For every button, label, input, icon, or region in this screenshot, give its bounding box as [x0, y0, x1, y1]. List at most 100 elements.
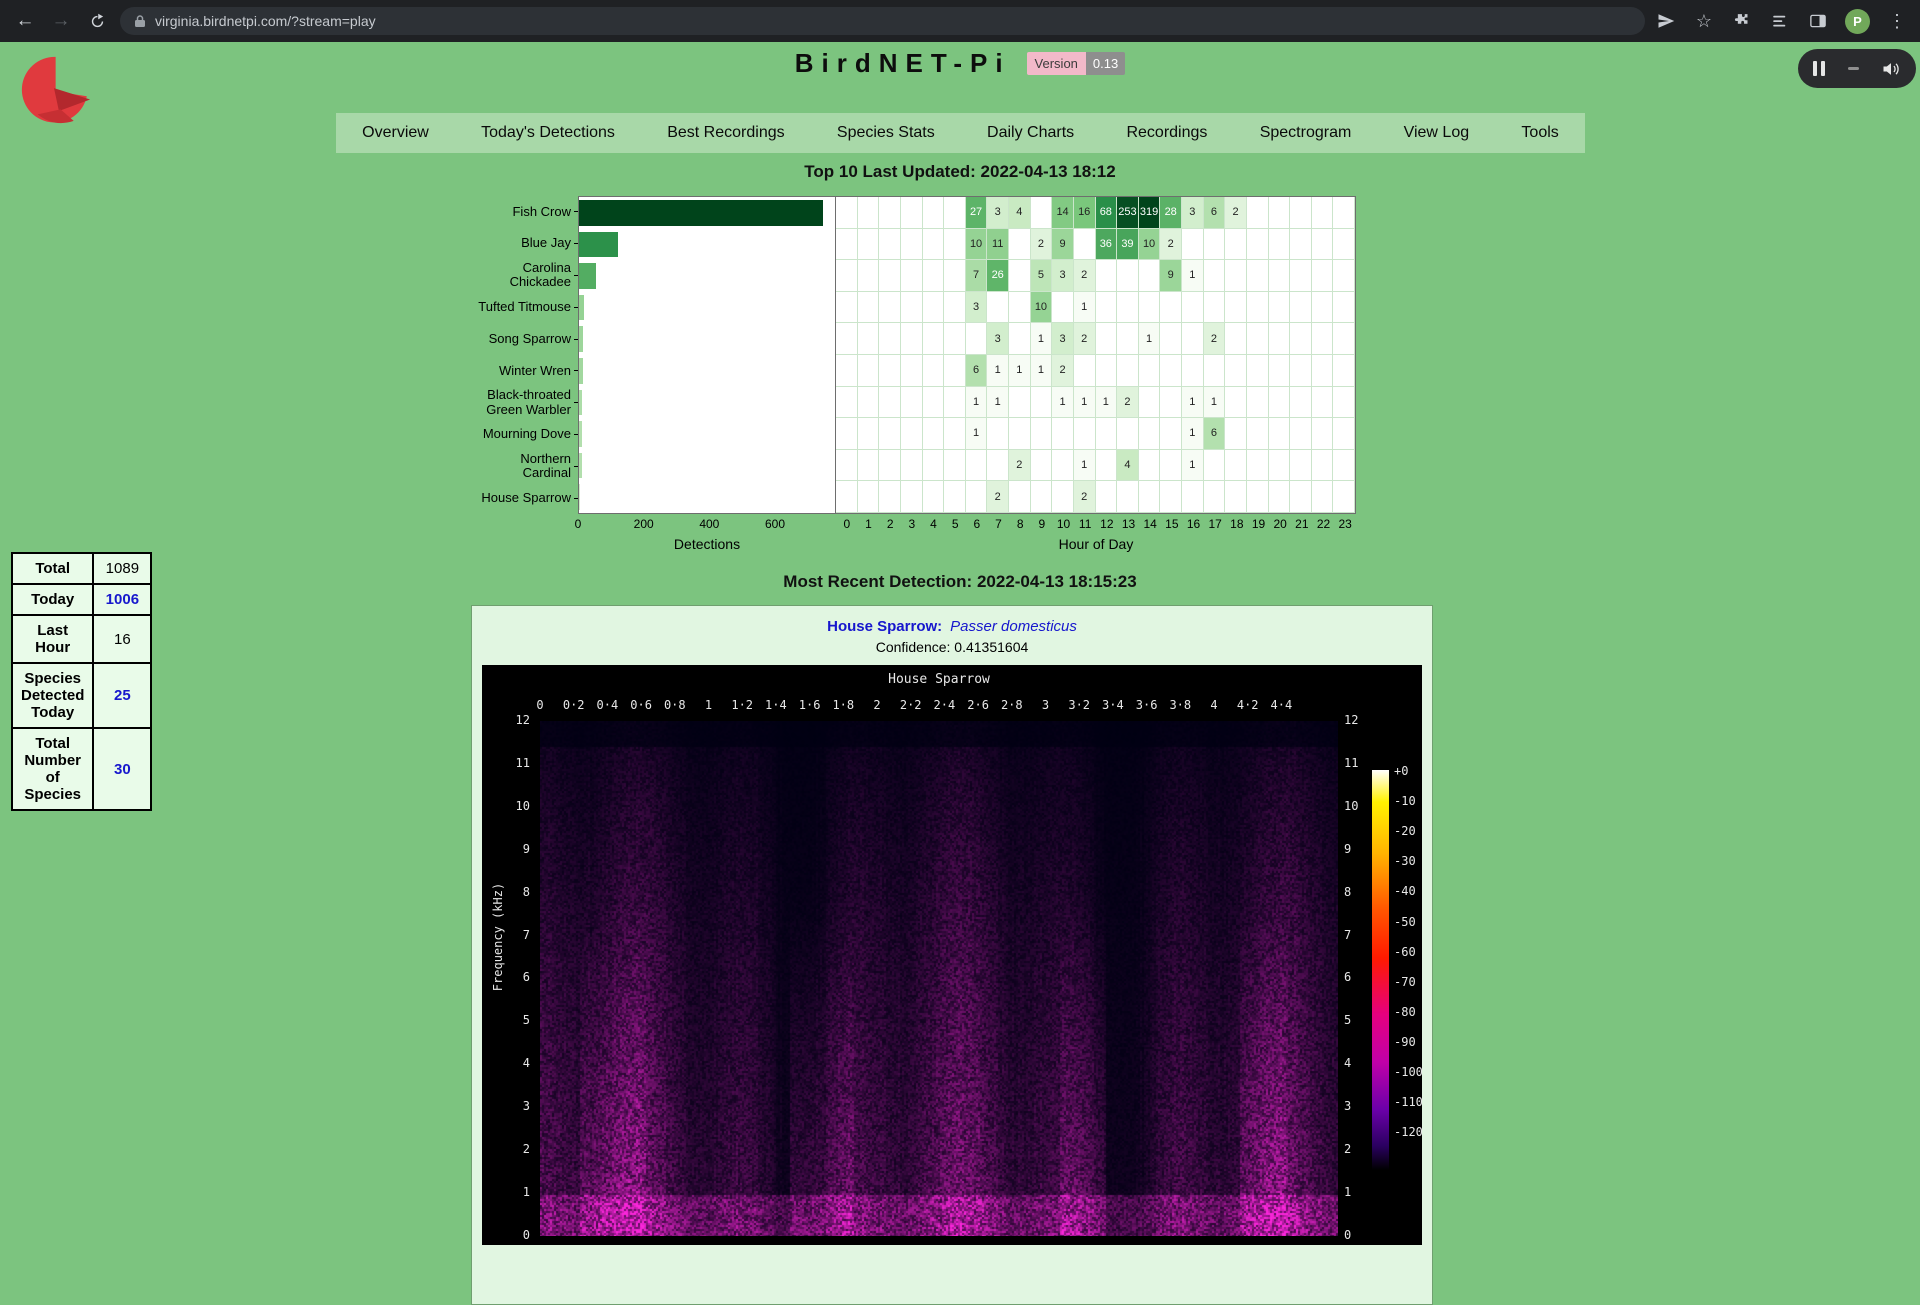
- spectrogram-y-tick: 5: [1344, 1013, 1374, 1027]
- audio-player[interactable]: [1798, 49, 1916, 88]
- nav-item-recordings[interactable]: Recordings: [1118, 124, 1215, 142]
- heatmap-cell: [901, 481, 923, 513]
- detection-bar: [579, 453, 582, 479]
- padlock-icon: [134, 14, 146, 28]
- heatmap-cell: [923, 323, 945, 355]
- heatmap-cell: [1312, 355, 1334, 387]
- nav-item-daily-charts[interactable]: Daily Charts: [979, 124, 1082, 142]
- heatmap-cell: [1009, 418, 1031, 450]
- hour-axis-label: Hour of Day: [836, 532, 1356, 554]
- heatmap-cell: [1009, 323, 1031, 355]
- browser-menu-button[interactable]: ⋮: [1886, 10, 1908, 32]
- heatmap-cell: [1269, 418, 1291, 450]
- extensions-button[interactable]: [1731, 10, 1753, 32]
- heatmap-cell: [1290, 450, 1312, 482]
- heatmap-cell: [858, 387, 880, 419]
- sidebar-icon: [1809, 12, 1827, 30]
- bar-axis-tick: 200: [634, 517, 654, 531]
- side-panel-button[interactable]: [1807, 10, 1829, 32]
- browser-reload-button[interactable]: [84, 8, 110, 34]
- heatmap-cell: [858, 418, 880, 450]
- nav-item-best-recordings[interactable]: Best Recordings: [659, 124, 792, 142]
- nav-item-overview[interactable]: Overview: [354, 124, 437, 142]
- stats-value[interactable]: 30: [93, 728, 151, 810]
- nav-item-spectrogram[interactable]: Spectrogram: [1252, 124, 1360, 142]
- spectrogram-y-tick: 3: [1344, 1099, 1374, 1113]
- stats-value[interactable]: 25: [93, 663, 151, 728]
- chart-hour-ticks: 01234567891011121314151617181920212223: [836, 514, 1356, 532]
- reading-list-button[interactable]: [1769, 10, 1791, 32]
- spectrogram-x-tick: 3·8: [1169, 698, 1191, 712]
- send-button[interactable]: [1655, 10, 1677, 32]
- heatmap-cell: 68: [1096, 197, 1118, 229]
- heatmap-cell: [1139, 260, 1161, 292]
- bar-axis-tick: 400: [699, 517, 719, 531]
- nav-item-tools[interactable]: Tools: [1513, 124, 1566, 142]
- heatmap-cell: 1: [1074, 450, 1096, 482]
- browser-back-button[interactable]: ←: [12, 8, 38, 34]
- heatmap-cell: [858, 292, 880, 324]
- heatmap-cell: [944, 229, 966, 261]
- detection-scientific-name[interactable]: Passer domesticus: [950, 618, 1077, 635]
- heatmap-cell: 3: [987, 323, 1009, 355]
- heatmap-cell: [1225, 292, 1247, 324]
- nav-item-species-stats[interactable]: Species Stats: [829, 124, 943, 142]
- hour-axis-tick: 1: [858, 517, 880, 532]
- species-label: Black-throated Green Warbler: [432, 387, 578, 419]
- seek-handle[interactable]: [1848, 67, 1859, 70]
- chart-heatmap-panel: 2734141668253319283621011293639102726532…: [836, 196, 1356, 514]
- spectrogram-y-tick: 5: [500, 1013, 530, 1027]
- colorbar-tick: -60: [1394, 945, 1416, 959]
- heatmap-cell: [923, 355, 945, 387]
- nav-item-today-s-detections[interactable]: Today's Detections: [473, 124, 623, 142]
- volume-icon[interactable]: [1881, 59, 1901, 79]
- spectrogram-x-tick: 2·2: [900, 698, 922, 712]
- frequency-axis-label: Frequency (kHz): [491, 883, 505, 991]
- heatmap-cell: [1031, 197, 1053, 229]
- heatmap-cell: [1333, 450, 1355, 482]
- spectrogram-x-tick: 1·4: [765, 698, 787, 712]
- heatmap-cell: 3: [1182, 197, 1204, 229]
- heatmap-cell: [944, 260, 966, 292]
- heatmap-cell: [858, 197, 880, 229]
- heatmap-cell: [879, 229, 901, 261]
- heatmap-cell: [1009, 387, 1031, 419]
- heatmap-cell: [944, 481, 966, 513]
- heatmap-cell: 1: [1139, 323, 1161, 355]
- heatmap-cell: [1290, 229, 1312, 261]
- profile-avatar[interactable]: P: [1845, 9, 1870, 34]
- heatmap-cell: [987, 450, 1009, 482]
- pause-button[interactable]: [1813, 61, 1825, 76]
- spectrogram-y-tick: 0: [500, 1228, 530, 1242]
- heatmap-cell: 3: [966, 292, 988, 324]
- heatmap-cell: [1247, 323, 1269, 355]
- heatmap-cell: [1117, 292, 1139, 324]
- stats-row: Total Number of Species30: [12, 728, 151, 810]
- heatmap-cell: [1139, 450, 1161, 482]
- hour-axis-tick: 5: [944, 517, 966, 532]
- heatmap-cell: [858, 260, 880, 292]
- heatmap-cell: [836, 197, 858, 229]
- colorbar-tick: -20: [1394, 824, 1416, 838]
- top10-chart: Fish CrowBlue JayCarolina ChickadeeTufte…: [432, 196, 1356, 554]
- detection-common-name[interactable]: House Sparrow:: [827, 618, 942, 635]
- heatmap-cell: [1247, 197, 1269, 229]
- bar-row: [579, 418, 835, 450]
- bar-row: [579, 197, 835, 229]
- list-icon: [1771, 12, 1789, 30]
- spectrogram-x-tick: 2·8: [1001, 698, 1023, 712]
- heatmap-cell: [923, 387, 945, 419]
- hour-axis-tick: 13: [1118, 517, 1140, 532]
- bookmark-button[interactable]: ☆: [1693, 10, 1715, 32]
- heatmap-cell: [1160, 292, 1182, 324]
- heatmap-cell: 1: [987, 387, 1009, 419]
- heatmap-cell: [1117, 418, 1139, 450]
- nav-item-view-log[interactable]: View Log: [1396, 124, 1478, 142]
- url-bar[interactable]: virginia.birdnetpi.com/?stream=play: [120, 7, 1645, 35]
- toolbar-icons: ☆ P ⋮: [1655, 9, 1908, 34]
- heatmap-cell: [1333, 323, 1355, 355]
- heatmap-cell: 2: [1031, 229, 1053, 261]
- colorbar-tick: -50: [1394, 915, 1416, 929]
- hour-axis-tick: 21: [1291, 517, 1313, 532]
- browser-forward-button[interactable]: →: [48, 8, 74, 34]
